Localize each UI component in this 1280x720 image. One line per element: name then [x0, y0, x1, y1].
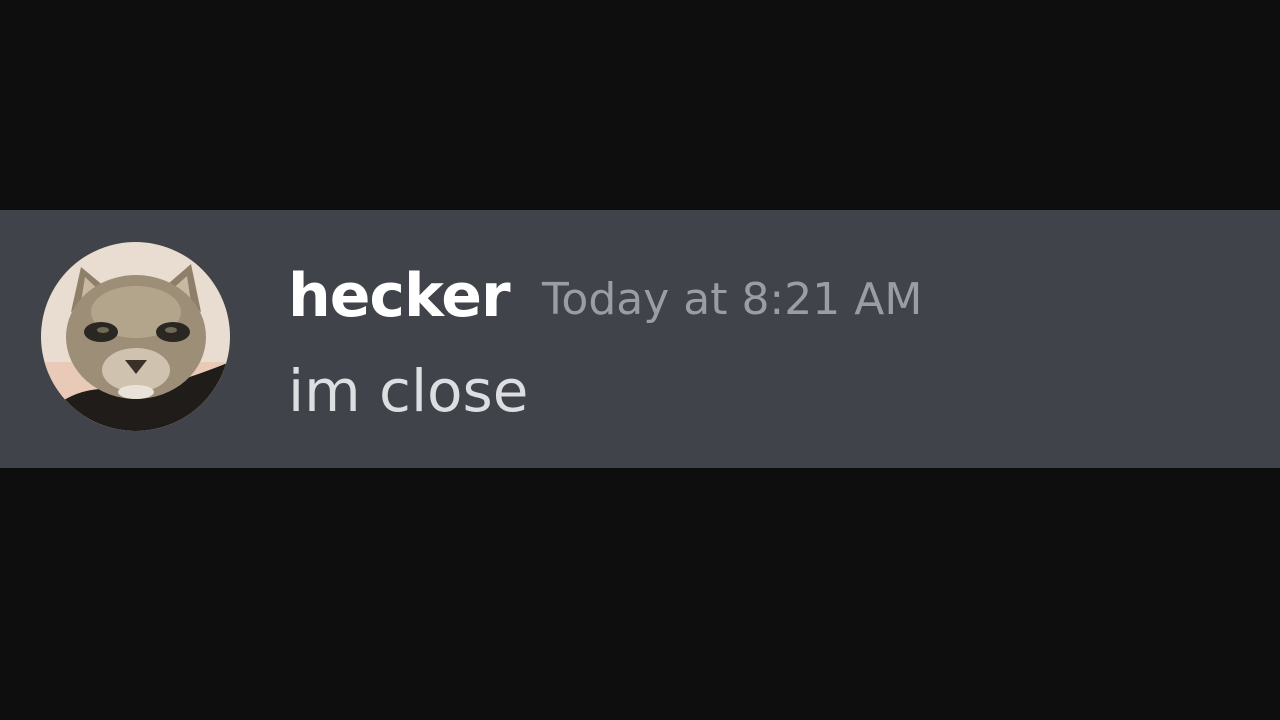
- chat-message[interactable]: hecker Today at 8:21 AM im close: [0, 210, 1280, 468]
- cat-avatar-icon: [41, 242, 230, 431]
- avatar[interactable]: [41, 242, 230, 431]
- username[interactable]: hecker: [288, 258, 511, 334]
- message-timestamp: Today at 8:21 AM: [542, 274, 923, 325]
- message-content: im close: [288, 357, 529, 425]
- chat-viewport: hecker Today at 8:21 AM im close: [0, 0, 1280, 720]
